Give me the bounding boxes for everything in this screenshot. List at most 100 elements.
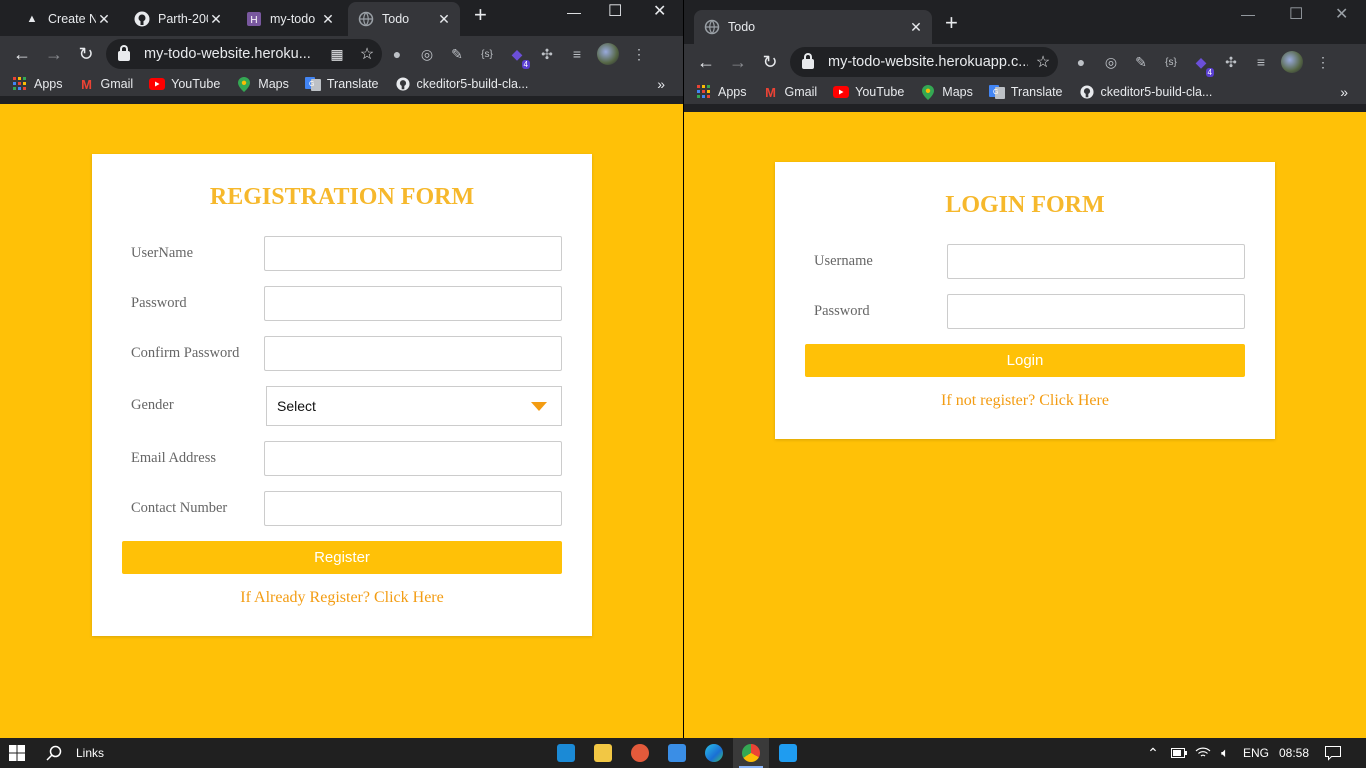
- target-icon[interactable]: ◎: [1096, 54, 1126, 71]
- window-close-icon[interactable]: ✕: [1335, 4, 1348, 24]
- menu-icon[interactable]: ⋮: [624, 46, 654, 63]
- taskbar-explorer-app[interactable]: [585, 738, 621, 768]
- bookmark-maps[interactable]: Maps: [236, 76, 289, 92]
- taskbar-pc-app[interactable]: [548, 738, 584, 768]
- media-icon[interactable]: ≡: [1246, 54, 1276, 70]
- taskbar-edge-app[interactable]: [696, 738, 732, 768]
- username-input[interactable]: [947, 244, 1245, 279]
- tab-todo[interactable]: Todo ✕: [348, 2, 460, 36]
- notification-icon[interactable]: [1322, 738, 1344, 768]
- avatar[interactable]: [1281, 51, 1303, 73]
- more-bookmarks-icon[interactable]: »: [657, 76, 665, 92]
- more-bookmarks-icon[interactable]: »: [1340, 84, 1348, 100]
- taskbar-app-red[interactable]: [622, 738, 658, 768]
- bookmark-apps[interactable]: Apps: [696, 85, 747, 99]
- login-button[interactable]: Login: [805, 344, 1245, 377]
- maximize-icon[interactable]: ☐: [1289, 4, 1303, 24]
- bookmark-youtube[interactable]: YouTube: [833, 85, 904, 99]
- minimize-icon[interactable]: —: [567, 4, 581, 20]
- register-link[interactable]: If not register? Click Here: [775, 392, 1275, 410]
- close-tab-icon[interactable]: ✕: [436, 11, 452, 28]
- password-input[interactable]: [947, 294, 1245, 329]
- reload-icon[interactable]: ↻: [70, 44, 102, 65]
- json-icon[interactable]: {s}: [1156, 57, 1186, 68]
- json-icon[interactable]: {s}: [472, 49, 502, 60]
- bookmark-gmail[interactable]: M Gmail: [79, 77, 133, 92]
- bookmark-ckeditor[interactable]: ckeditor5-build-cla...: [395, 77, 528, 91]
- taskbar-mail-app[interactable]: [659, 738, 695, 768]
- close-tab-icon[interactable]: ✕: [208, 11, 224, 28]
- new-tab-icon[interactable]: +: [945, 10, 958, 36]
- tab-todo[interactable]: Todo ✕: [694, 10, 932, 44]
- qr-icon[interactable]: ▦: [322, 46, 352, 63]
- username-input[interactable]: [264, 236, 562, 271]
- bookmark-star-icon[interactable]: ☆: [1028, 52, 1058, 72]
- confirm-password-input[interactable]: [264, 336, 562, 371]
- minimize-icon[interactable]: —: [1241, 6, 1255, 22]
- register-button[interactable]: Register: [122, 541, 562, 574]
- forward-icon[interactable]: →: [38, 44, 70, 65]
- github-icon: [395, 77, 411, 91]
- start-button[interactable]: [0, 738, 34, 768]
- media-icon[interactable]: ≡: [562, 46, 592, 62]
- extension-icon[interactable]: ●: [382, 46, 412, 62]
- wifi-icon[interactable]: [1194, 738, 1212, 768]
- maximize-icon[interactable]: ☐: [608, 1, 622, 21]
- bookmark-star-icon[interactable]: ☆: [352, 44, 382, 64]
- back-icon[interactable]: ←: [690, 52, 722, 73]
- password-input[interactable]: [264, 286, 562, 321]
- globe-icon: [358, 11, 374, 27]
- bookmark-apps[interactable]: Apps: [12, 77, 63, 91]
- window-close-icon[interactable]: ✕: [653, 1, 666, 21]
- close-tab-icon[interactable]: ✕: [908, 19, 924, 36]
- taskbar-vscode-app[interactable]: [770, 738, 806, 768]
- back-icon[interactable]: ←: [6, 44, 38, 65]
- bookmark-translate[interactable]: G Translate: [304, 77, 379, 91]
- extension-icon[interactable]: ●: [1066, 54, 1096, 70]
- taskbar-chrome-app[interactable]: [733, 738, 769, 768]
- extension-badge-icon[interactable]: ◆ 4: [1186, 54, 1216, 77]
- tab-github[interactable]: Parth-200 ✕: [124, 2, 232, 36]
- language-indicator[interactable]: ENG: [1243, 738, 1269, 768]
- avatar[interactable]: [597, 43, 619, 65]
- links-toolbar[interactable]: Links: [76, 738, 104, 768]
- pen-icon[interactable]: ✎: [1126, 54, 1156, 71]
- forward-icon[interactable]: →: [722, 52, 754, 73]
- bookmark-youtube[interactable]: YouTube: [149, 77, 220, 91]
- close-tab-icon[interactable]: ✕: [96, 11, 112, 28]
- search-icon[interactable]: [44, 738, 64, 768]
- menu-icon[interactable]: ⋮: [1308, 54, 1338, 71]
- extension-badge-icon[interactable]: ◆ 4: [502, 46, 532, 69]
- gender-select[interactable]: Select: [266, 386, 562, 426]
- email-input[interactable]: [264, 441, 562, 476]
- windows-logo-icon: [9, 745, 25, 761]
- contact-number-input[interactable]: [264, 491, 562, 526]
- login-link[interactable]: If Already Register? Click Here: [92, 589, 592, 607]
- target-icon[interactable]: ◎: [412, 46, 442, 63]
- heroku-icon: H: [246, 11, 262, 27]
- email-label: Email Address: [131, 450, 216, 466]
- lock-icon: [802, 53, 814, 69]
- puzzle-icon[interactable]: ✣: [1216, 54, 1246, 71]
- new-tab-icon[interactable]: +: [474, 2, 487, 28]
- pen-icon[interactable]: ✎: [442, 46, 472, 63]
- bookmark-ckeditor[interactable]: ckeditor5-build-cla...: [1079, 85, 1212, 99]
- tab-create[interactable]: ▲ Create N ✕: [14, 2, 120, 36]
- close-tab-icon[interactable]: ✕: [320, 11, 336, 28]
- address-bar[interactable]: my-todo-website.heroku... ▦ ☆: [106, 39, 382, 69]
- bookmark-maps[interactable]: Maps: [920, 84, 973, 100]
- bookmark-translate[interactable]: G Translate: [988, 85, 1063, 99]
- app-icon: [631, 744, 649, 762]
- reload-icon[interactable]: ↻: [754, 52, 786, 73]
- puzzle-icon[interactable]: ✣: [532, 46, 562, 63]
- clock[interactable]: 08:58: [1279, 738, 1309, 768]
- volume-icon[interactable]: 🔈︎: [1216, 738, 1234, 768]
- bookmark-gmail[interactable]: M Gmail: [763, 84, 817, 100]
- lock-icon: [118, 45, 130, 61]
- address-bar[interactable]: my-todo-website.herokuapp.c... ☆: [790, 47, 1058, 77]
- tab-heroku[interactable]: H my-todo ✕: [236, 2, 344, 36]
- chevron-up-icon[interactable]: ⌃: [1145, 738, 1161, 768]
- svg-text:H: H: [250, 15, 257, 26]
- gmail-icon: M: [765, 84, 776, 100]
- battery-icon[interactable]: [1170, 738, 1188, 768]
